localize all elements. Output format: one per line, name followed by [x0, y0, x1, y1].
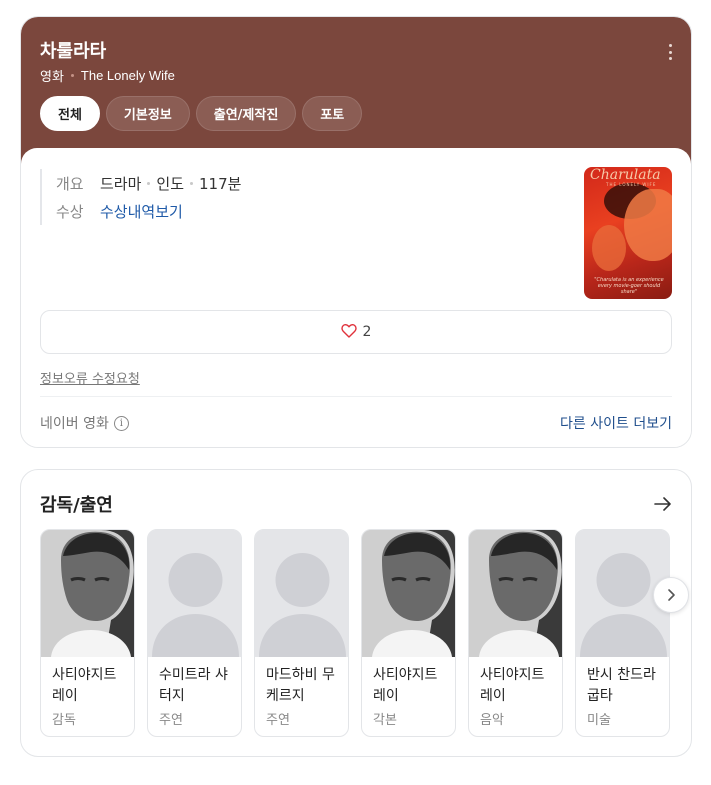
person-card[interactable]: 마드하비 무케르지 주연 — [254, 529, 349, 737]
awards-link[interactable]: 수상내역보기 — [100, 201, 183, 222]
person-photo — [362, 530, 455, 657]
person-name: 사티야지트 레이 — [52, 667, 117, 704]
report-error-link[interactable]: 정보오류 수정요청 — [40, 368, 140, 387]
section-title: 감독/출연 — [40, 495, 113, 516]
heart-outline-icon — [340, 323, 357, 342]
movie-info-card: 차룰라타 영화 The Lonely Wife 전체 기본정보 출연/제작진 포… — [20, 16, 692, 448]
category-label: 영화 — [40, 70, 64, 85]
more-sites-link[interactable]: 다른 사이트 더보기 — [560, 413, 672, 433]
person-name: 사티야지트 레이 — [480, 667, 545, 704]
like-button[interactable]: 2 — [40, 310, 672, 354]
person-role: 감독 — [52, 713, 76, 728]
tab-photos[interactable]: 포토 — [302, 96, 363, 131]
overview-key: 개요 — [56, 174, 84, 193]
original-title: The Lonely Wife — [80, 68, 175, 83]
movie-title: 차룰라타 — [40, 41, 107, 62]
person-role: 음악 — [480, 713, 504, 728]
tab-bar: 전체 기본정보 출연/제작진 포토 — [40, 96, 363, 131]
like-count: 2 — [362, 324, 372, 340]
person-role: 미술 — [587, 713, 611, 728]
tab-cast-crew[interactable]: 출연/제작진 — [195, 96, 297, 131]
overview-value: 드라마 인도 117분 — [100, 173, 241, 194]
genre: 드라마 — [100, 174, 142, 193]
movie-subtitle: 영화 The Lonely Wife — [40, 66, 175, 85]
poster-caption: "Charulata is an experience every movie-… — [594, 277, 664, 295]
people-list: 사티야지트 레이 감독 수미트라 샤터지 주연 마드하비 무케르지 주연 사티야… — [40, 529, 670, 737]
person-name: 반시 찬드라굽타 — [587, 667, 656, 704]
separator-dot — [70, 74, 74, 77]
country: 인도 — [156, 174, 185, 193]
person-role: 주연 — [159, 713, 183, 728]
person-card[interactable]: 사티야지트 레이 각본 — [361, 529, 456, 737]
more-options-icon[interactable] — [665, 44, 675, 60]
poster-title: Charulata — [590, 167, 661, 183]
chevron-right-icon[interactable] — [653, 577, 689, 613]
source-label: 네이버 영화 i — [40, 413, 129, 433]
person-card[interactable]: 사티야지트 레이 감독 — [40, 529, 135, 737]
overview-row: 개요 드라마 인도 117분 — [56, 169, 241, 197]
person-card[interactable]: 수미트라 샤터지 주연 — [147, 529, 242, 737]
person-name: 사티야지트 레이 — [373, 667, 438, 704]
runtime: 117분 — [199, 174, 242, 193]
info-icon[interactable]: i — [113, 415, 129, 431]
source-name: 네이버 영화 — [40, 416, 109, 432]
movie-header: 차룰라타 영화 The Lonely Wife 전체 기본정보 출연/제작진 포… — [21, 17, 691, 167]
poster-subtitle: THE LONELY WIFE — [606, 182, 657, 187]
person-photo — [469, 530, 562, 657]
info-list: 개요 드라마 인도 117분 수상 수상내역보기 — [40, 169, 241, 225]
awards-row: 수상 수상내역보기 — [56, 197, 241, 225]
tab-all[interactable]: 전체 — [40, 96, 100, 131]
person-photo-placeholder — [255, 530, 348, 657]
divider — [40, 396, 672, 397]
person-name: 마드하비 무케르지 — [266, 667, 335, 704]
person-card[interactable]: 사티야지트 레이 음악 — [468, 529, 563, 737]
tab-basic-info[interactable]: 기본정보 — [105, 96, 190, 131]
movie-details: 개요 드라마 인도 117분 수상 수상내역보기 Charulata THE L… — [21, 148, 691, 447]
movie-poster[interactable]: Charulata THE LONELY WIFE "Charulata is … — [584, 167, 672, 299]
person-role: 주연 — [266, 713, 290, 728]
person-photo-placeholder — [148, 530, 241, 657]
person-photo — [41, 530, 134, 657]
awards-key: 수상 — [56, 202, 84, 221]
person-card[interactable]: 반시 찬드라굽타 미술 — [575, 529, 670, 737]
person-name: 수미트라 샤터지 — [159, 667, 228, 704]
arrow-right-icon[interactable] — [653, 494, 673, 514]
person-role: 각본 — [373, 713, 397, 728]
cast-card: 감독/출연 사티야지트 레이 감독 수미트라 샤터지 주연 마드하비 무케르지 … — [20, 469, 692, 757]
